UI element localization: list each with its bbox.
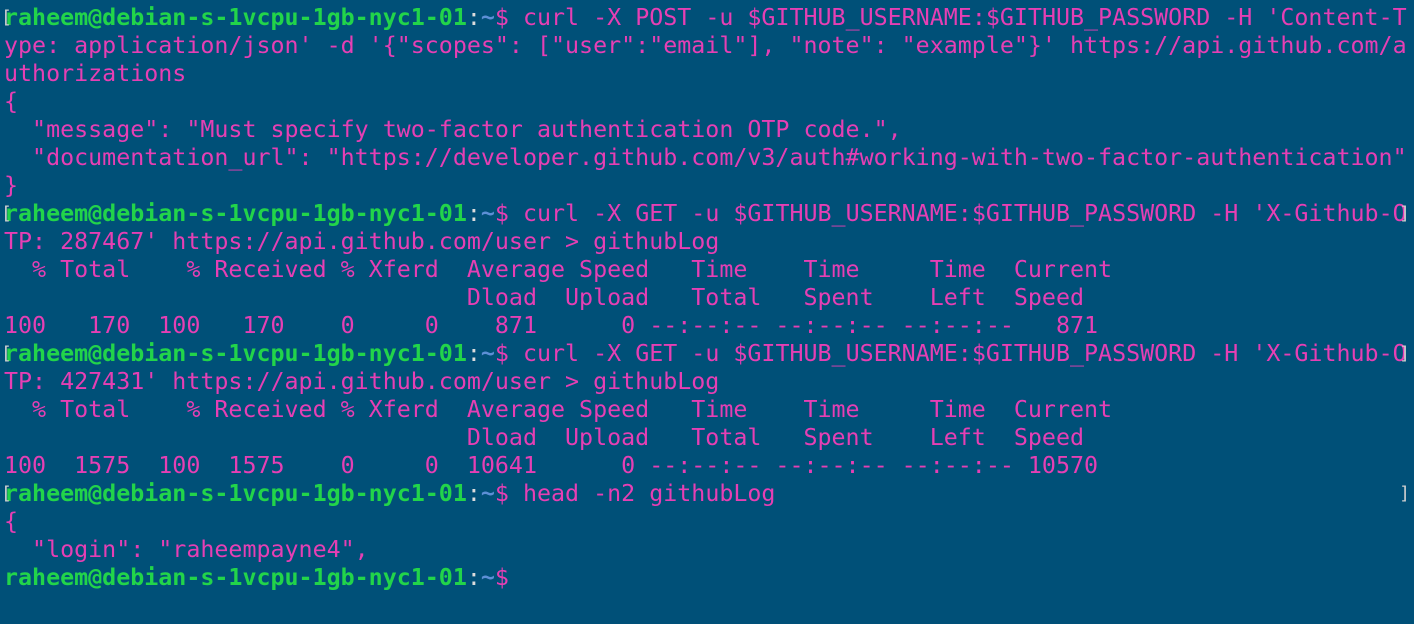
output-line: 100 170 100 170 0 0 871 0 --:--:-- --:--… (4, 312, 1414, 340)
output-text: "documentation_url": "https://developer.… (4, 144, 1407, 171)
line-mark-left: [ (4, 340, 12, 368)
output-line: % Total % Received % Xferd Average Speed… (4, 256, 1414, 284)
output-text: Dload Upload Total Spent Left Speed (4, 424, 1084, 451)
prompt-line: [raheem@debian-s-1vcpu-1gb-nyc1-01:~$ he… (4, 480, 1414, 508)
prompt-user-host: raheem@debian-s-1vcpu-1gb-nyc1-01 (4, 564, 467, 591)
prompt-dollar: $ (494, 200, 523, 227)
prompt-path: ~ (480, 564, 495, 591)
prompt-separator: : (466, 480, 481, 507)
output-text: 100 1575 100 1575 0 0 10641 0 --:--:-- -… (4, 452, 1099, 479)
prompt-user-host: raheem@debian-s-1vcpu-1gb-nyc1-01 (4, 4, 467, 31)
command-text: curl -X GET -u $GITHUB_USERNAME:$GITHUB_… (522, 200, 1407, 227)
output-text: % Total % Received % Xferd Average Speed… (4, 396, 1113, 423)
prompt-separator: : (466, 4, 481, 31)
line-mark-left: [ (4, 480, 12, 508)
terminal-window[interactable]: [raheem@debian-s-1vcpu-1gb-nyc1-01:~$ cu… (0, 0, 1414, 624)
output-line: ype: application/json' -d '{"scopes": ["… (4, 32, 1414, 60)
prompt-line: [raheem@debian-s-1vcpu-1gb-nyc1-01:~$ cu… (4, 200, 1414, 228)
output-line: } (4, 172, 1414, 200)
output-text: % Total % Received % Xferd Average Speed… (4, 256, 1113, 283)
output-text: { (4, 88, 19, 115)
line-mark-right: ] (1399, 203, 1410, 224)
output-text: uthorizations (4, 60, 187, 87)
line-mark-right: ] (1399, 343, 1410, 364)
output-line: uthorizations (4, 60, 1414, 88)
output-line: Dload Upload Total Spent Left Speed (4, 284, 1414, 312)
prompt-dollar: $ (494, 480, 523, 507)
output-text: TP: 287467' https://api.github.com/user … (4, 228, 720, 255)
prompt-user-host: raheem@debian-s-1vcpu-1gb-nyc1-01 (4, 200, 467, 227)
prompt-user-host: raheem@debian-s-1vcpu-1gb-nyc1-01 (4, 480, 467, 507)
prompt-line: [raheem@debian-s-1vcpu-1gb-nyc1-01:~$ cu… (4, 340, 1414, 368)
output-text: "message": "Must specify two-factor auth… (4, 116, 902, 143)
output-line: TP: 287467' https://api.github.com/user … (4, 228, 1414, 256)
output-line: TP: 427431' https://api.github.com/user … (4, 368, 1414, 396)
output-line: "documentation_url": "https://developer.… (4, 144, 1414, 172)
output-text: { (4, 508, 19, 535)
prompt-line: [raheem@debian-s-1vcpu-1gb-nyc1-01:~$ cu… (4, 4, 1414, 32)
prompt-dollar: $ (494, 564, 523, 591)
output-text: 100 170 100 170 0 0 871 0 --:--:-- --:--… (4, 312, 1099, 339)
prompt-path: ~ (480, 480, 495, 507)
output-line: { (4, 508, 1414, 536)
prompt-separator: : (466, 564, 481, 591)
output-text: ype: application/json' -d '{"scopes": ["… (4, 32, 1407, 59)
command-text: curl -X POST -u $GITHUB_USERNAME:$GITHUB… (522, 4, 1407, 31)
line-mark-right: ] (1399, 483, 1410, 504)
output-line: { (4, 88, 1414, 116)
prompt-path: ~ (480, 4, 495, 31)
prompt-dollar: $ (494, 4, 523, 31)
prompt-line: raheem@debian-s-1vcpu-1gb-nyc1-01:~$ (4, 564, 1414, 592)
prompt-path: ~ (480, 340, 495, 367)
output-line: 100 1575 100 1575 0 0 10641 0 --:--:-- -… (4, 452, 1414, 480)
command-text: head -n2 githubLog (522, 480, 776, 507)
prompt-user-host: raheem@debian-s-1vcpu-1gb-nyc1-01 (4, 340, 467, 367)
output-line: Dload Upload Total Spent Left Speed (4, 424, 1414, 452)
command-text: curl -X GET -u $GITHUB_USERNAME:$GITHUB_… (522, 340, 1407, 367)
line-mark-left: [ (4, 4, 12, 32)
prompt-path: ~ (480, 200, 495, 227)
output-text: Dload Upload Total Spent Left Speed (4, 284, 1084, 311)
output-line: "message": "Must specify two-factor auth… (4, 116, 1414, 144)
prompt-separator: : (466, 340, 481, 367)
output-line: "login": "raheempayne4", (4, 536, 1414, 564)
prompt-separator: : (466, 200, 481, 227)
output-text: } (4, 172, 19, 199)
prompt-dollar: $ (494, 340, 523, 367)
output-text: TP: 427431' https://api.github.com/user … (4, 368, 720, 395)
output-line: % Total % Received % Xferd Average Speed… (4, 396, 1414, 424)
output-text: "login": "raheempayne4", (4, 536, 369, 563)
line-mark-left: [ (4, 200, 12, 228)
